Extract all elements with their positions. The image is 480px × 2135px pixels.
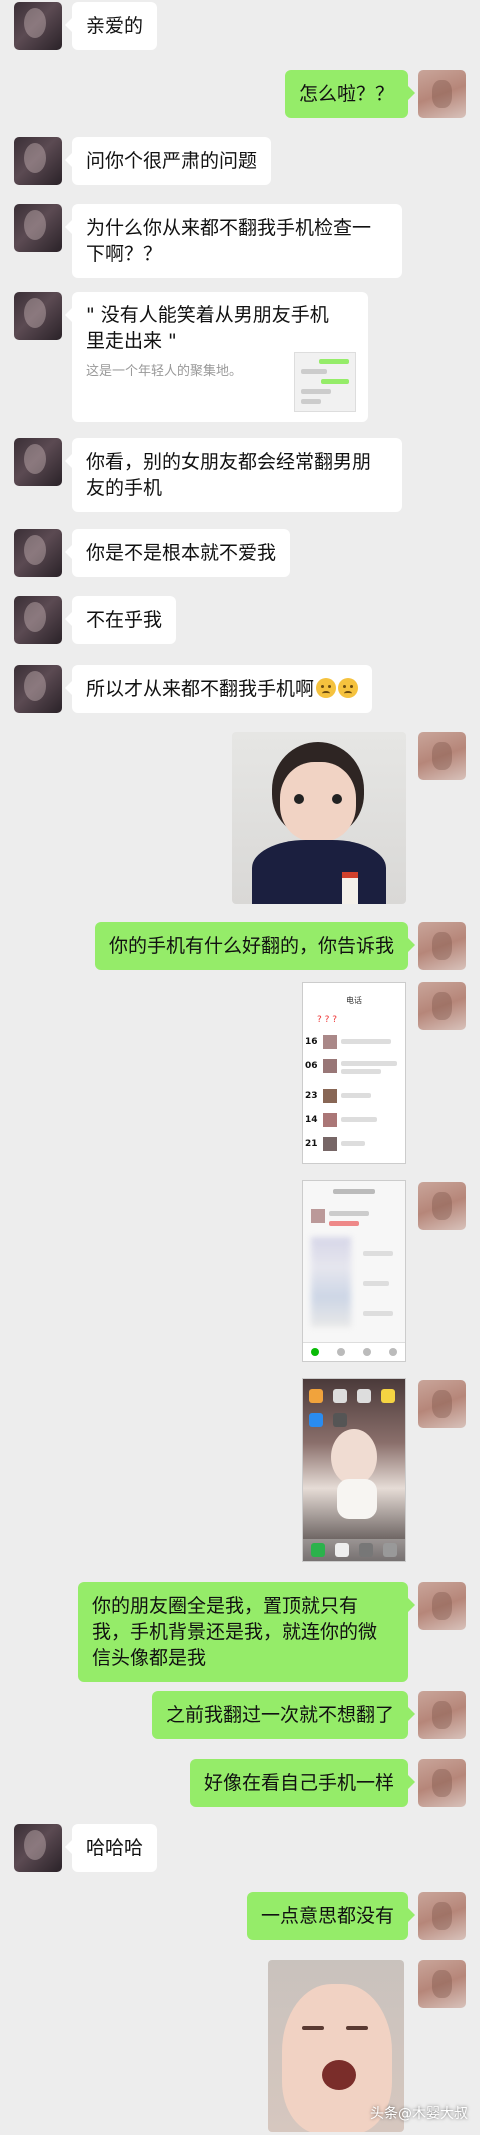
message-bubble[interactable]: 你看，别的女朋友都会经常翻男朋友的手机 <box>65 438 402 512</box>
avatar[interactable] <box>14 204 62 252</box>
link-card[interactable]: " 没有人能笑着从男朋友手机里走出来 " 这是一个年轻人的聚集地。 <box>65 292 368 422</box>
avatar[interactable] <box>418 1582 466 1630</box>
message-bubble[interactable]: 你是不是根本就不爱我 <box>64 529 291 577</box>
message-bubble[interactable]: 你的手机有什么好翻的，你告诉我 <box>94 922 416 970</box>
bottle-shape <box>342 872 358 904</box>
image-message[interactable] <box>232 732 406 904</box>
link-card-description: 这是一个年轻人的聚集地。 <box>86 364 243 379</box>
dock <box>303 1539 405 1561</box>
message-bubble[interactable]: 你的朋友圈全是我，置顶就只有我，手机背景还是我，就连你的微信头像都是我 <box>78 1582 415 1682</box>
tab-bar <box>303 1342 405 1361</box>
message-bubble[interactable]: 之前我翻过一次就不想翻了 <box>151 1691 416 1739</box>
message-bubble[interactable]: 怎么啦？？ <box>284 70 416 118</box>
message-bubble[interactable]: 为什么你从来都不翻我手机检查一下啊？？ <box>65 204 402 278</box>
face-shape <box>280 762 356 842</box>
contact-item: 16 <box>303 1033 405 1057</box>
sad-emoji-icon <box>338 678 359 698</box>
contact-list: 16 06 23 14 21 <box>303 1033 405 1159</box>
message-bubble[interactable]: 好像在看自己手机一样 <box>189 1759 416 1807</box>
closed-eyes-shape <box>302 2026 324 2030</box>
screenshot-message[interactable] <box>302 1378 406 1562</box>
avatar[interactable] <box>14 596 62 644</box>
link-card-thumbnail <box>294 352 356 412</box>
avatar[interactable] <box>418 70 466 118</box>
avatar[interactable] <box>14 438 62 486</box>
contact-item: 14 <box>303 1111 405 1135</box>
contact-item: 21 <box>303 1135 405 1159</box>
avatar[interactable] <box>418 732 466 780</box>
eyes-shape <box>294 794 304 804</box>
avatar[interactable] <box>418 1182 466 1230</box>
sad-emoji-icon <box>316 678 337 698</box>
avatar[interactable] <box>14 2 62 50</box>
avatar[interactable] <box>14 665 62 713</box>
watermark: 头条@木婴大叔 <box>370 2106 468 2122</box>
message-bubble[interactable]: 亲爱的 <box>64 2 158 50</box>
screenshot-header: 电话 <box>346 996 362 1005</box>
avatar[interactable] <box>14 1824 62 1872</box>
avatar[interactable] <box>418 982 466 1030</box>
avatar[interactable] <box>418 1759 466 1807</box>
contact-day: 23 <box>305 1091 318 1101</box>
message-bubble[interactable]: 问你个很严肃的问题 <box>64 137 272 185</box>
message-bubble[interactable]: 哈哈哈 <box>64 1824 158 1872</box>
link-card-title: " 没有人能笑着从男朋友手机里走出来 " <box>86 304 329 352</box>
unread-mark: ? ? ? <box>317 1015 338 1025</box>
avatar[interactable] <box>418 1691 466 1739</box>
screenshot-message[interactable] <box>302 1180 406 1362</box>
avatar[interactable] <box>14 529 62 577</box>
contact-item: 06 <box>303 1057 405 1087</box>
contact-day: 06 <box>305 1061 318 1071</box>
screenshot-message[interactable]: 电话 ? ? ? 16 06 23 14 21 <box>302 982 406 1164</box>
avatar[interactable] <box>418 1960 466 2008</box>
message-bubble[interactable]: 不在乎我 <box>64 596 177 644</box>
message-text: 所以才从来都不翻我手机啊 <box>86 678 315 700</box>
mouth-shape <box>322 2060 356 2090</box>
shirt-shape <box>252 840 386 904</box>
contact-item: 23 <box>303 1087 405 1111</box>
contact-day: 14 <box>305 1115 318 1125</box>
avatar[interactable] <box>418 1892 466 1940</box>
avatar[interactable] <box>418 1380 466 1428</box>
avatar[interactable] <box>14 292 62 340</box>
avatar[interactable] <box>14 137 62 185</box>
message-bubble[interactable]: 所以才从来都不翻我手机啊 <box>64 665 373 713</box>
message-bubble[interactable]: 一点意思都没有 <box>246 1892 416 1940</box>
avatar[interactable] <box>418 922 466 970</box>
contact-day: 21 <box>305 1139 318 1149</box>
contact-day: 16 <box>305 1037 318 1047</box>
